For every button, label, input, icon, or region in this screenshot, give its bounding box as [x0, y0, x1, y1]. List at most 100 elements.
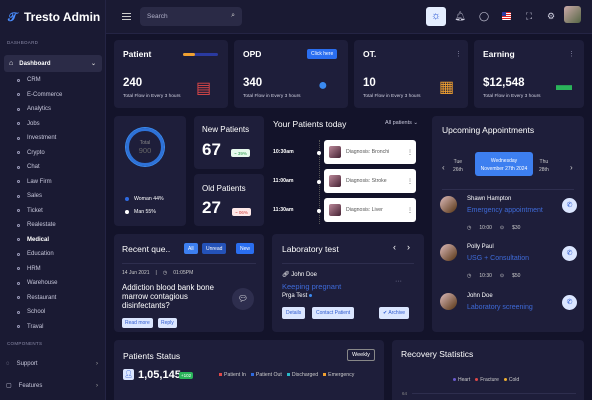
sidebar-item-label: Chat — [27, 164, 40, 171]
appointment-name: Polly Paul — [467, 244, 494, 250]
theme-toggle-icon[interactable]: ☼ — [426, 7, 446, 26]
old-patients-title: Old Patients — [202, 184, 246, 193]
reply-button[interactable]: Reply — [158, 318, 177, 328]
sidebar-item-chat[interactable]: Chat — [17, 160, 62, 175]
sidebar-item-investment[interactable]: Investment — [17, 131, 62, 146]
click-here-button[interactable]: Click here — [307, 49, 338, 59]
menu-toggle-icon[interactable] — [122, 13, 131, 22]
read-more-button[interactable]: Read more — [122, 318, 153, 328]
legend-swatch — [475, 378, 479, 382]
sidebar: 𝒯 Tresto Admin DASHBOARD ⌂ Dashboard ⌄ C… — [0, 0, 106, 400]
tab-all[interactable]: All — [184, 243, 198, 254]
stat-sub: Total Flow in Every 3 hours — [483, 94, 541, 99]
legend-label: Patient In — [224, 372, 246, 378]
range-select[interactable]: Weekly — [347, 349, 375, 361]
date-tue[interactable]: Tue 26th — [453, 159, 463, 173]
appointment-avatar — [440, 293, 457, 310]
appointment-item[interactable]: Shawn Hampton Emergency appointment ✆ ◷ 1… — [440, 194, 580, 244]
tab-unread[interactable]: Unread — [202, 243, 227, 254]
more-icon[interactable]: ⋮ — [407, 149, 413, 156]
legend-swatch — [503, 378, 507, 382]
search-input[interactable]: Search ⌕ — [140, 7, 242, 26]
date-selected[interactable]: Wednesday November 27th 2024 — [475, 152, 533, 176]
legend-swatch — [323, 373, 327, 377]
chevron-down-icon: ⌄ — [413, 120, 418, 126]
slot-time: 10:30am — [273, 149, 294, 155]
all-patients-filter[interactable]: All patients ⌄ — [385, 120, 418, 126]
sidebar-item-hrm[interactable]: HRM — [17, 262, 62, 277]
wallet-icon: ▬ — [556, 77, 572, 94]
user-avatar[interactable] — [564, 6, 581, 23]
archive-button[interactable]: ✔ Archive — [379, 307, 410, 319]
more-icon[interactable]: ⋮ — [407, 178, 413, 185]
settings-sliders-icon[interactable]: ⚙ — [544, 9, 558, 23]
sidebar-item-medical[interactable]: Medical — [17, 233, 62, 248]
progress-bar — [183, 53, 218, 56]
phone-icon[interactable]: ✆ — [562, 198, 577, 213]
status-dot — [308, 293, 312, 297]
contact-patient-button[interactable]: Contact Patient — [312, 307, 355, 319]
phone-icon[interactable]: ✆ — [562, 246, 577, 261]
legend-label: Patient Out — [255, 372, 282, 378]
bullet-icon — [17, 310, 20, 314]
bell-icon[interactable]: 🔔︎ — [453, 9, 467, 23]
sidebar-item-restaurant[interactable]: Restaurant — [17, 291, 62, 306]
bullet-icon — [17, 122, 20, 126]
sidebar-item-crm[interactable]: CRM — [17, 73, 62, 88]
sidebar-item-lawfirm[interactable]: Law Firm — [17, 175, 62, 190]
bullet-icon — [17, 136, 20, 140]
sidebar-item-crypto[interactable]: Crypto — [17, 146, 62, 161]
patient-slot[interactable]: Diagnosis: Stroke ⋮ — [324, 169, 416, 193]
chat-icon[interactable]: ◯ — [477, 9, 491, 23]
next-date-icon[interactable]: › — [570, 163, 573, 172]
bullet-icon — [17, 151, 20, 155]
topbar: Search ⌕ ☼ 🔔︎ ◯ ⛶ ⚙ — [106, 0, 592, 34]
app-logo[interactable]: 𝒯 Tresto Admin — [8, 10, 100, 24]
sidebar-item-dashboard[interactable]: ⌂ Dashboard ⌄ — [4, 55, 102, 72]
legend-swatch — [219, 373, 222, 377]
sidebar-item-label: HRM — [27, 265, 41, 272]
appointment-item[interactable]: Polly Paul USG + Consultation ✆ ◷ 10:30 ⊙ $… — [440, 242, 580, 292]
sidebar-item-school[interactable]: School — [17, 305, 62, 320]
appointment-time: 10:00 — [479, 225, 492, 231]
patient-slot[interactable]: Diagnosis: Bronchi ⋮ — [324, 140, 416, 164]
sidebar-item-jobs[interactable]: Jobs — [17, 117, 62, 132]
appointment-name: Shawn Hampton — [467, 196, 512, 202]
more-icon[interactable]: ··· — [395, 278, 402, 285]
sidebar-item-warehouse[interactable]: Warehouse — [17, 276, 62, 291]
tab-new[interactable]: New — [236, 243, 255, 254]
timeline-dot — [317, 151, 321, 155]
sidebar-item-label: Realestate — [27, 222, 56, 229]
sidebar-item-realestate[interactable]: Realestate — [17, 218, 62, 233]
patient-slot[interactable]: Diagnosis: Liver ⋮ — [324, 198, 416, 222]
prev-date-icon[interactable]: ‹ — [442, 163, 445, 172]
legend-emergency: Emergency — [323, 372, 354, 378]
prev-icon[interactable]: ‹ — [393, 242, 396, 252]
fullscreen-icon[interactable]: ⛶ — [522, 9, 536, 23]
flag-us-icon[interactable] — [502, 12, 511, 20]
date-num: 28th — [539, 167, 549, 173]
sidebar-item-sales[interactable]: Sales — [17, 189, 62, 204]
chat-bubble-icon[interactable]: 💬︎ — [232, 288, 254, 310]
sidebar-item-ticket[interactable]: Ticket — [17, 204, 62, 219]
phone-icon[interactable]: ✆ — [562, 295, 577, 310]
legend-label: Man 55% — [134, 209, 156, 215]
sidebar-item-support[interactable]: ◌ Support › — [6, 361, 100, 367]
bullet-icon — [17, 78, 20, 82]
sidebar-item-analytics[interactable]: Analytics — [17, 102, 62, 117]
sidebar-item-traval[interactable]: Traval — [17, 320, 62, 335]
more-icon[interactable]: ⋮ — [568, 50, 575, 58]
sidebar-item-ecommerce[interactable]: E-Commerce — [17, 88, 62, 103]
more-icon[interactable]: ⋮ — [455, 50, 462, 58]
recovery-title: Recovery Statistics — [401, 349, 474, 359]
appointment-type: USG + Consultation — [467, 255, 530, 262]
date-thu[interactable]: Thu 28th — [539, 159, 549, 173]
next-icon[interactable]: › — [407, 242, 410, 252]
sidebar-item-label: Medical — [27, 236, 50, 243]
more-icon[interactable]: ⋮ — [407, 207, 413, 214]
sidebar-item-features[interactable]: ▢ Features › — [6, 382, 100, 390]
details-button[interactable]: Details — [282, 307, 306, 319]
sidebar-item-education[interactable]: Education — [17, 247, 62, 262]
section-components: COMPONENTS — [7, 341, 43, 346]
appointment-item[interactable]: John Doe Laboratory screening ✆ — [440, 291, 580, 321]
